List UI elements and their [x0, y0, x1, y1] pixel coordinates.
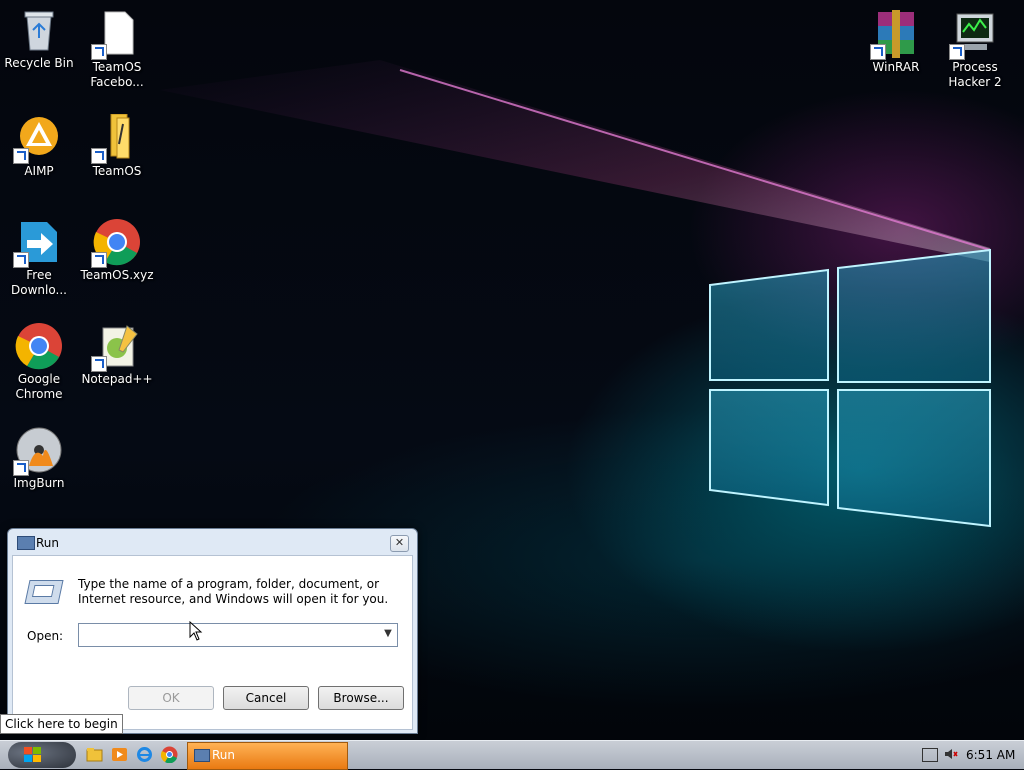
- aimp-icon: [13, 114, 63, 164]
- desktop-icon-teamos-folder[interactable]: TeamOS: [78, 113, 156, 179]
- open-label: Open:: [27, 629, 64, 643]
- folder-icon: [91, 113, 141, 164]
- desktop-icon-notepadpp[interactable]: Notepad++: [78, 322, 156, 387]
- imgburn-icon: [13, 426, 63, 476]
- file-explorer-icon[interactable]: [86, 746, 103, 763]
- run-dialog-titlebar[interactable]: Run ✕: [8, 529, 417, 557]
- browse-button[interactable]: Browse...: [318, 686, 404, 710]
- shortcut-arrow-icon: [91, 148, 107, 164]
- process-hacker-icon: [949, 10, 999, 60]
- desktop-icon-label: Google Chrome: [15, 372, 63, 401]
- run-dialog-title: Run: [36, 536, 60, 550]
- desktop-icon-teamos-xyz[interactable]: TeamOS.xyz: [78, 218, 156, 283]
- taskbar: Run 6:51 AM: [0, 740, 1024, 770]
- network-icon[interactable]: [922, 748, 938, 762]
- run-description: Type the name of a program, folder, docu…: [78, 577, 389, 606]
- chrome-icon: [91, 218, 141, 268]
- notepadpp-icon: [91, 322, 141, 372]
- ok-button[interactable]: OK: [128, 686, 214, 710]
- desktop-icon-free-download-manager[interactable]: Free Downlo...: [0, 218, 78, 298]
- media-player-icon[interactable]: [111, 746, 128, 763]
- open-input[interactable]: [82, 626, 376, 646]
- desktop-icon-label: Recycle Bin: [4, 56, 74, 70]
- shortcut-arrow-icon: [91, 252, 107, 268]
- desktop-icon-label: Free Downlo...: [11, 268, 67, 297]
- winrar-icon: [870, 10, 920, 60]
- start-tooltip: Click here to begin: [0, 714, 123, 734]
- desktop-icon-label: AIMP: [24, 164, 54, 178]
- shortcut-arrow-icon: [91, 356, 107, 372]
- desktop-icon-aimp[interactable]: AIMP: [0, 114, 78, 179]
- mouse-cursor-icon: [189, 621, 203, 641]
- shortcut-arrow-icon: [13, 148, 29, 164]
- shortcut-arrow-icon: [949, 44, 965, 60]
- chevron-down-icon[interactable]: ▼: [382, 628, 394, 640]
- internet-explorer-icon[interactable]: [136, 746, 153, 763]
- run-dialog: Run ✕ Type the name of a program, folder…: [7, 528, 418, 734]
- shortcut-arrow-icon: [13, 460, 29, 476]
- chrome-icon: [15, 322, 63, 370]
- desktop-icon-recycle-bin[interactable]: Recycle Bin: [0, 6, 78, 71]
- document-shortcut-icon: [91, 10, 141, 60]
- chrome-icon[interactable]: [161, 746, 178, 763]
- shortcut-arrow-icon: [870, 44, 886, 60]
- desktop-icon-label: ImgBurn: [13, 476, 65, 490]
- free-download-manager-icon: [13, 218, 63, 268]
- run-icon: [17, 536, 35, 550]
- volume-muted-icon[interactable]: [944, 747, 958, 761]
- taskbar-button-label: Run: [212, 748, 236, 762]
- shortcut-arrow-icon: [13, 252, 29, 268]
- shortcut-arrow-icon: [91, 44, 107, 60]
- run-icon: [194, 749, 210, 762]
- start-button[interactable]: [8, 742, 76, 768]
- desktop-icon-imgburn[interactable]: ImgBurn: [0, 426, 78, 491]
- clock[interactable]: 6:51 AM: [966, 748, 1015, 762]
- open-combobox[interactable]: ▼: [78, 623, 398, 647]
- desktop-icon-label: Process Hacker 2: [948, 60, 1002, 89]
- desktop-icon-label: WinRAR: [872, 60, 920, 74]
- desktop-icon-label: TeamOS.xyz: [80, 268, 154, 282]
- system-tray: 6:51 AM: [914, 741, 1024, 769]
- desktop-icon-google-chrome[interactable]: Google Chrome: [0, 322, 78, 402]
- desktop-icon-label: Notepad++: [81, 372, 153, 386]
- windows-flag-icon: [24, 747, 42, 763]
- run-dialog-body: Type the name of a program, folder, docu…: [12, 555, 413, 730]
- desktop-icon-label: TeamOS Facebo...: [90, 60, 144, 89]
- close-button[interactable]: ✕: [390, 535, 409, 552]
- desktop-icon-process-hacker[interactable]: Process Hacker 2: [936, 10, 1014, 90]
- desktop-icon-winrar[interactable]: WinRAR: [857, 10, 935, 75]
- run-program-icon: [24, 580, 64, 604]
- taskbar-button-run[interactable]: Run: [187, 742, 348, 770]
- cancel-button[interactable]: Cancel: [223, 686, 309, 710]
- desktop-icon-teamos-facebook[interactable]: TeamOS Facebo...: [78, 10, 156, 90]
- desktop-icon-label: TeamOS: [92, 164, 142, 178]
- recycle-bin-icon: [15, 6, 63, 54]
